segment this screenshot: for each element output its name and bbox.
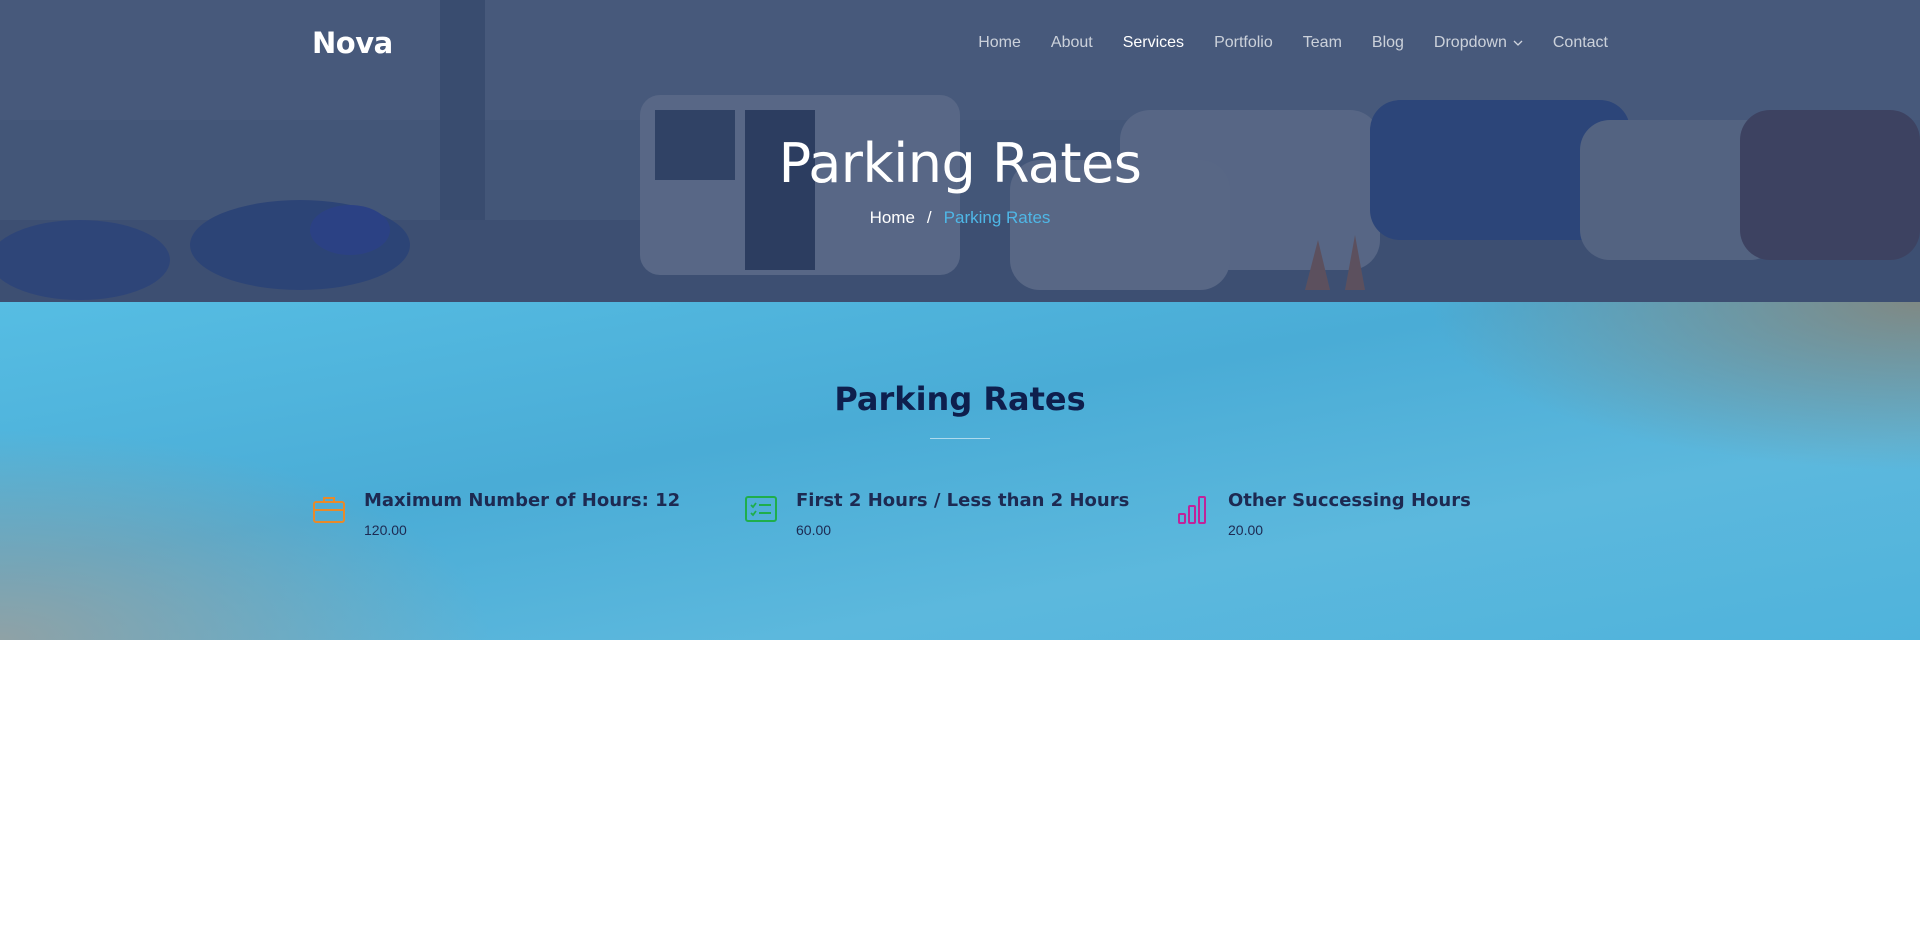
nav-item-services[interactable]: Services <box>1123 34 1184 52</box>
nav-item-contact[interactable]: Contact <box>1553 34 1608 52</box>
nav-item-blog[interactable]: Blog <box>1372 34 1404 52</box>
rate-item-title: Other Successing Hours <box>1228 490 1471 511</box>
breadcrumb: Home / Parking Rates <box>0 208 1920 228</box>
breadcrumb-home[interactable]: Home <box>870 208 915 227</box>
nav-item-about[interactable]: About <box>1051 34 1093 52</box>
rate-item-value: 120.00 <box>364 522 407 538</box>
briefcase-icon <box>313 497 345 523</box>
section-title: Parking Rates <box>834 380 1086 418</box>
rate-item: First 2 Hours / Less than 2 Hours 60.00 <box>744 490 1176 538</box>
page-title: Parking Rates <box>778 132 1142 195</box>
navbar: Nova Home About Services Portfolio Team … <box>312 0 1608 86</box>
nav-menu: Home About Services Portfolio Team Blog … <box>948 34 1608 52</box>
nav-item-team[interactable]: Team <box>1303 34 1342 52</box>
breadcrumb-separator: / <box>926 208 932 227</box>
hero-banner: Nova Home About Services Portfolio Team … <box>0 0 1920 302</box>
nav-item-portfolio[interactable]: Portfolio <box>1214 34 1273 52</box>
rate-item: Other Successing Hours 20.00 <box>1176 490 1608 538</box>
breadcrumb-current: Parking Rates <box>943 208 1051 227</box>
nav-item-dropdown-label: Dropdown <box>1433 34 1507 51</box>
rate-item-value: 60.00 <box>796 522 832 538</box>
rate-item-title: Maximum Number of Hours: 12 <box>364 490 681 511</box>
chevron-down-icon <box>1513 40 1523 46</box>
nav-item-home[interactable]: Home <box>978 34 1021 52</box>
logo[interactable]: Nova <box>312 26 393 60</box>
bar-chart-icon <box>1178 496 1206 524</box>
rate-item-title: First 2 Hours / Less than 2 Hours <box>796 490 1130 511</box>
section-title-divider <box>930 438 990 439</box>
list-check-icon <box>745 496 777 522</box>
rate-item-value: 20.00 <box>1228 522 1264 538</box>
rate-item: Maximum Number of Hours: 12 120.00 <box>312 490 744 538</box>
nav-item-dropdown[interactable]: Dropdown <box>1434 34 1523 52</box>
rates-list: Maximum Number of Hours: 12 120.00 First… <box>312 490 1608 538</box>
rates-section: Parking Rates Maximum Number of Hours: 1… <box>0 302 1920 640</box>
